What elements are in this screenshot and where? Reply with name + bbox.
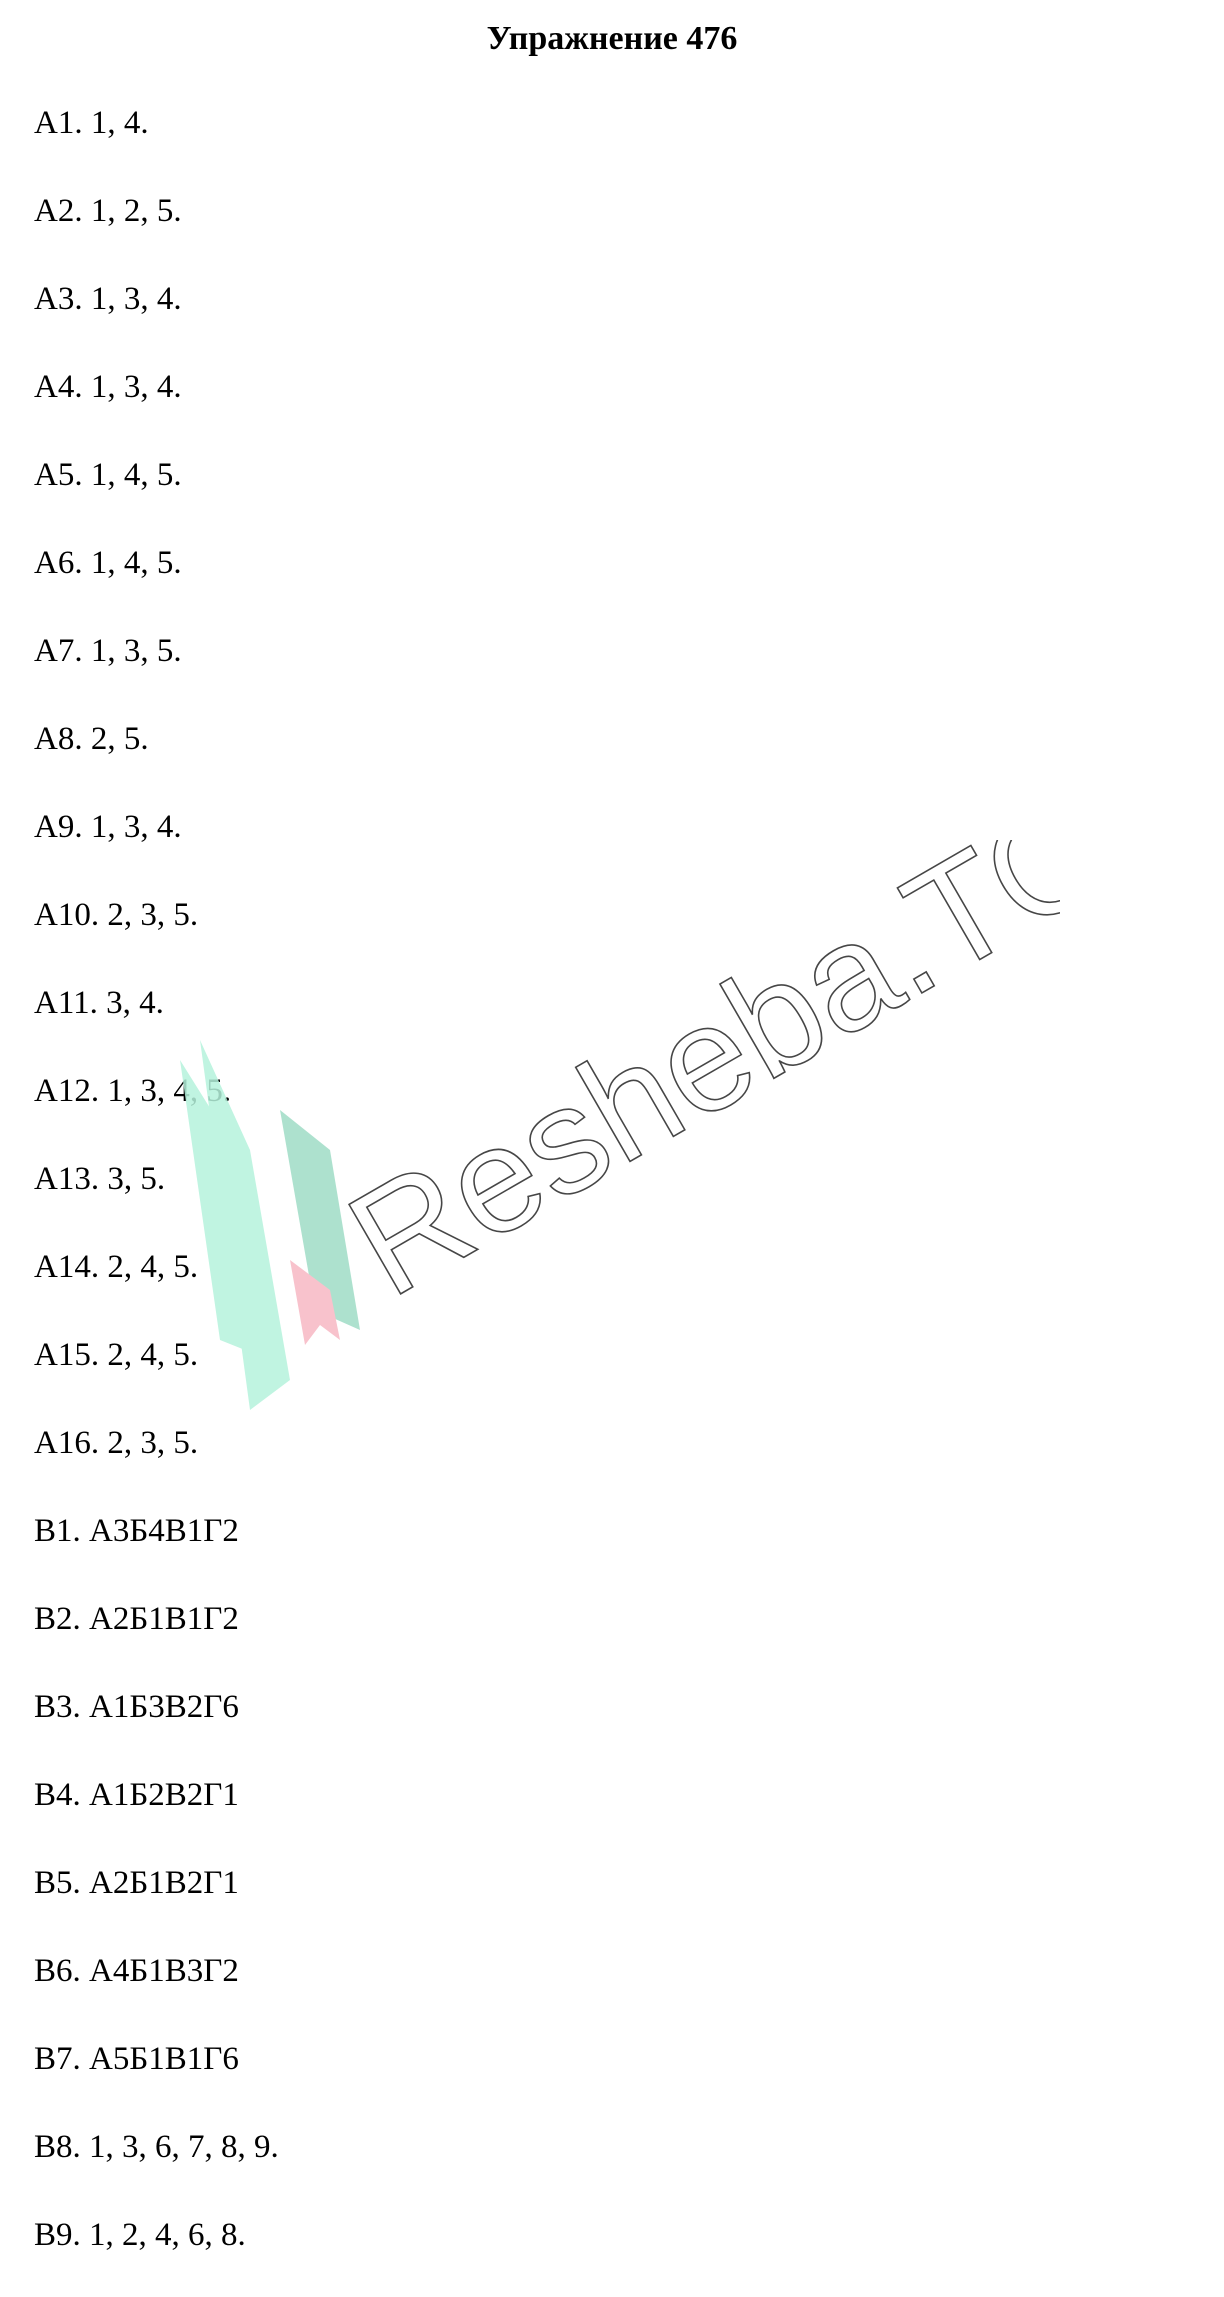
answer-line: В2. А2Б1В1Г2 — [34, 1601, 239, 1637]
resheba-watermark: Resheba.TOP — [180, 840, 1060, 1410]
answer-line: А8. 2, 5. — [34, 721, 149, 757]
answer-line: В6. А4Б1В3Г2 — [34, 1953, 239, 1989]
answer-line: А13. 3, 5. — [34, 1161, 166, 1197]
answer-line: А14. 2, 4, 5. — [34, 1249, 199, 1285]
answer-line: А11. 3, 4. — [34, 985, 164, 1021]
answer-line: А2. 1, 2, 5. — [34, 193, 182, 229]
answer-line: В8. 1, 3, 6, 7, 8, 9. — [34, 2129, 279, 2165]
answer-line: А6. 1, 4, 5. — [34, 545, 182, 581]
answer-line: В3. А1Б3В2Г6 — [34, 1689, 239, 1725]
answer-line: А3. 1, 3, 4. — [34, 281, 182, 317]
answer-line: А9. 1, 3, 4. — [34, 809, 182, 845]
answer-line: В5. А2Б1В2Г1 — [34, 1865, 239, 1901]
answer-line: А1. 1, 4. — [34, 105, 149, 141]
answer-line: А12. 1, 3, 4, 5. — [34, 1073, 232, 1109]
answer-line: А15. 2, 4, 5. — [34, 1337, 199, 1373]
watermark-text: Resheba.TOP — [322, 840, 1060, 1328]
answer-line: А5. 1, 4, 5. — [34, 457, 182, 493]
page-title: Упражнение 476 — [486, 20, 738, 57]
answer-line: А10. 2, 3, 5. — [34, 897, 199, 933]
answer-line: А4. 1, 3, 4. — [34, 369, 182, 405]
answer-list: А1. 1, 4. А2. 1, 2, 5. А3. 1, 3, 4. А4. … — [34, 97, 279, 2297]
answer-line: А16. 2, 3, 5. — [34, 1425, 199, 1461]
answer-line: В1. А3Б4В1Г2 — [34, 1513, 239, 1549]
answer-line: В4. А1Б2В2Г1 — [34, 1777, 239, 1813]
answer-line: В7. А5Б1В1Г6 — [34, 2041, 239, 2077]
answer-line: А7. 1, 3, 5. — [34, 633, 182, 669]
answer-line: В9. 1, 2, 4, 6, 8. — [34, 2217, 246, 2253]
